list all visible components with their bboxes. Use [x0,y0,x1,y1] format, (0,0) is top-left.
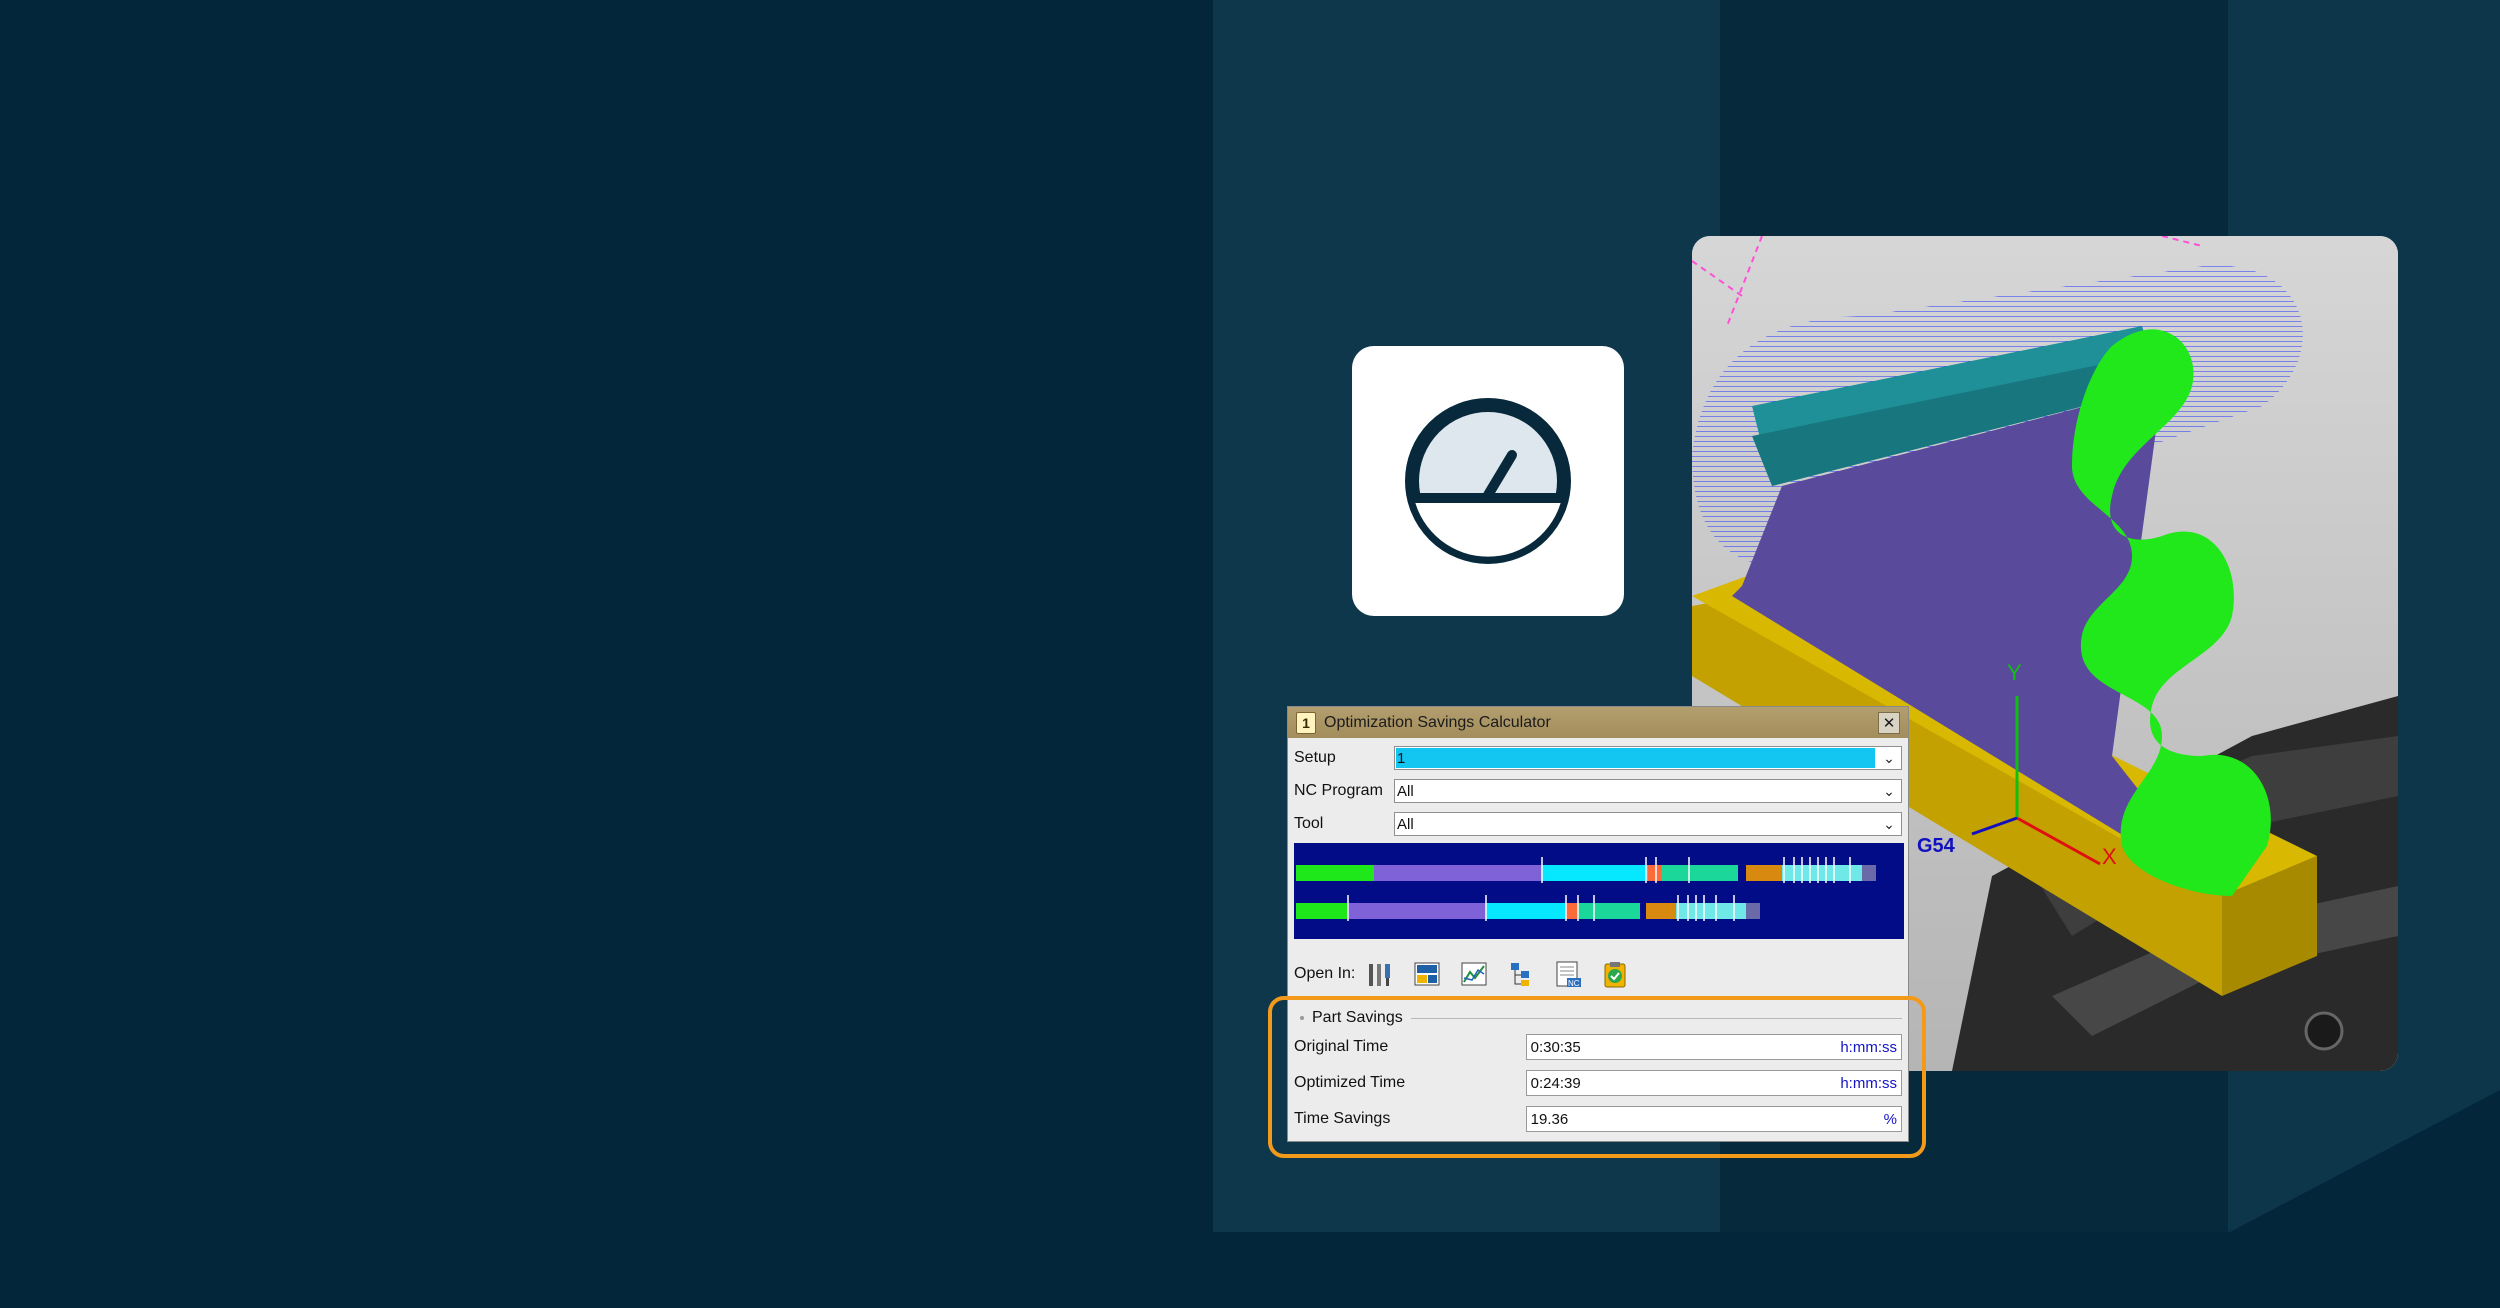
close-icon[interactable]: ✕ [1878,711,1900,734]
tree-icon[interactable] [1506,959,1536,989]
nc-program-icon[interactable]: NC [1553,959,1583,989]
open-in-toolbar: Open In: NC [1294,956,1647,992]
axis-y-label: Y [2007,660,2022,685]
chevron-down-icon[interactable]: ⌄ [1877,813,1901,835]
tool-select[interactable]: All ⌄ [1394,812,1902,836]
gauge-icon [1405,398,1571,564]
origin-label: G54 [1917,835,1956,857]
feature-icon-card [1352,346,1624,616]
svg-text:NC: NC [1568,979,1580,988]
open-in-label: Open In: [1294,965,1356,982]
chevron-down-icon[interactable]: ⌄ [1877,780,1901,802]
part-savings-highlight [1268,996,1926,1158]
operation-timeline[interactable] [1294,843,1904,939]
layout-view-icon[interactable] [1412,959,1442,989]
nc-program-select[interactable]: All ⌄ [1394,779,1902,803]
nc-program-row: NC Program All ⌄ [1294,778,1902,804]
chart-icon[interactable] [1459,959,1489,989]
clipboard-check-icon[interactable] [1600,959,1630,989]
chevron-down-icon[interactable]: ⌄ [1877,747,1901,769]
setup-value: 1 [1397,749,1406,767]
app-icon: 1 [1296,711,1316,734]
tool-label: Tool [1294,815,1324,832]
axis-x-label: X [2102,844,2117,869]
dialog-title: Optimization Savings Calculator [1324,713,1551,731]
setup-row: Setup 1 ⌄ [1294,745,1902,771]
dialog-titlebar[interactable]: 1 Optimization Savings Calculator ✕ [1288,707,1908,738]
tool-value: All [1397,815,1414,833]
setup-select[interactable]: 1 ⌄ [1394,746,1902,770]
tool-row: Tool All ⌄ [1294,811,1902,837]
tool-manager-icon[interactable] [1365,959,1395,989]
nc-program-value: All [1397,782,1414,800]
setup-label: Setup [1294,749,1336,766]
nc-program-label: NC Program [1294,782,1383,799]
